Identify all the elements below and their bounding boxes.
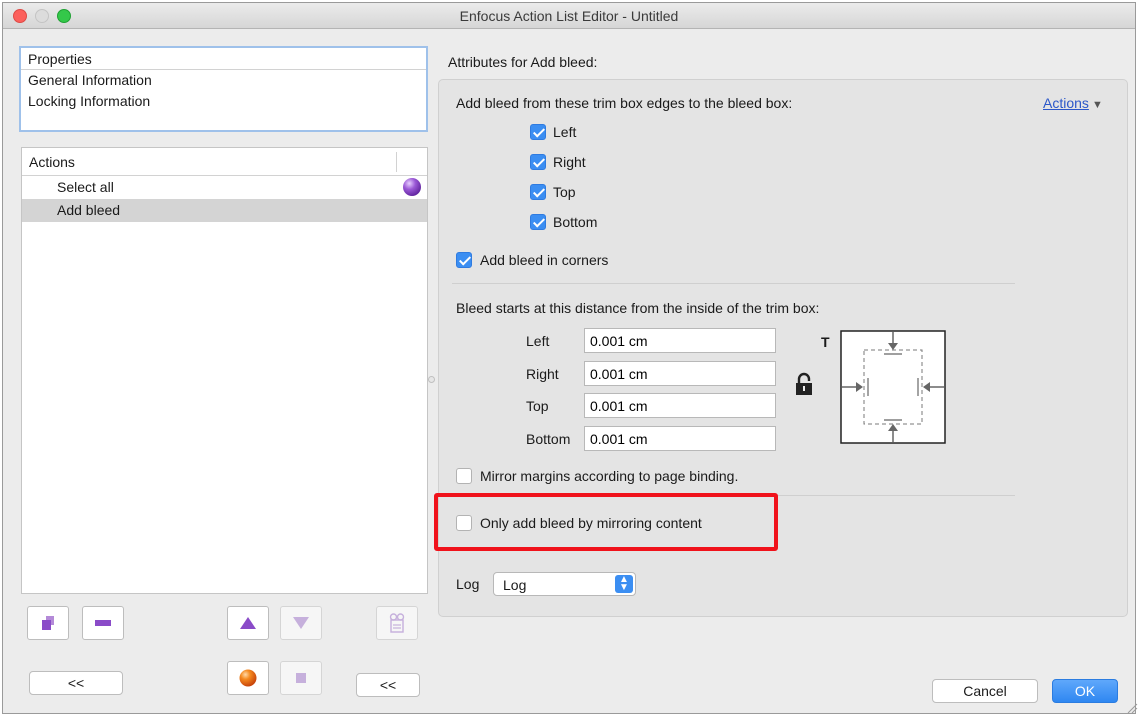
distance-left-input[interactable] [584,328,776,353]
purple-ball-icon [403,178,421,196]
highlight-box [434,493,778,551]
action-item-label: Add bleed [57,202,121,218]
edges-label: Add bleed from these trim box edges to t… [456,95,793,111]
distance-bottom-input[interactable] [584,426,776,451]
edge-top-checkbox[interactable] [530,184,546,200]
corners-checkbox[interactable] [456,252,472,268]
distance-left-label: Left [526,333,550,349]
trim-box-diagram [840,330,946,444]
run-button[interactable] [227,661,269,695]
log-select[interactable]: Log ▲ ▼ [493,572,636,596]
mirror-margins-checkbox[interactable] [456,468,472,484]
collapse-right-button[interactable]: << [356,673,420,697]
title-bar: Enfocus Action List Editor - Untitled [3,3,1135,29]
attributes-title: Attributes for Add bleed: [448,54,598,70]
collapse-left-button[interactable]: << [29,671,123,695]
window-title: Enfocus Action List Editor - Untitled [459,8,679,24]
properties-item-locking[interactable]: Locking Information [21,91,426,112]
triangle-down-icon [293,617,309,629]
minus-icon [95,620,111,626]
divider [452,283,1015,284]
remove-action-button[interactable] [82,606,124,640]
select-arrows-icon: ▲ ▼ [615,575,633,593]
distance-label: Bleed starts at this distance from the i… [456,300,820,316]
edge-right-checkbox[interactable] [530,154,546,170]
edge-top-label: Top [553,184,576,200]
distance-right-input[interactable] [584,361,776,386]
triangle-up-icon [240,617,256,629]
action-item-label: Select all [57,179,114,195]
properties-panel: Properties General Information Locking I… [19,46,428,132]
action-item-add-bleed[interactable]: Add bleed [22,199,427,222]
properties-header: Properties [21,48,426,70]
inspect-button[interactable] [376,606,418,640]
action-item-select-all[interactable]: Select all [22,176,427,199]
actions-menu-label: Actions [1043,95,1089,111]
corners-label: Add bleed in corners [480,252,609,268]
move-down-button[interactable] [280,606,322,640]
orange-ball-icon [239,669,257,687]
move-up-button[interactable] [227,606,269,640]
distance-top-label: Top [526,398,549,414]
distance-bottom-label: Bottom [526,431,571,447]
actions-panel: Actions Select all Add bleed [21,147,428,594]
stop-button[interactable] [280,661,322,695]
duplicate-action-button[interactable] [27,606,69,640]
glasses-document-icon [389,613,405,633]
edge-right-label: Right [553,154,586,170]
actions-menu[interactable]: Actions ▼ [1043,95,1103,111]
distance-top-input[interactable] [584,393,776,418]
duplicate-icon [42,616,54,630]
ok-button[interactable]: OK [1052,679,1118,703]
mirror-margins-label: Mirror margins according to page binding… [480,468,739,484]
diagram-top-label: T [821,334,830,350]
edge-left-label: Left [553,124,577,140]
log-label: Log [456,576,480,592]
log-select-value: Log [503,577,527,593]
properties-item-general[interactable]: General Information [21,70,426,91]
dropdown-triangle-icon: ▼ [1088,99,1103,111]
actions-header: Actions [22,148,427,176]
column-separator[interactable] [396,152,397,172]
stop-square-icon [296,673,306,683]
splitter-handle[interactable] [428,376,435,383]
edge-bottom-label: Bottom [553,214,598,230]
cancel-button[interactable]: Cancel [932,679,1038,703]
resize-grip-icon[interactable] [1126,702,1138,714]
padlock-icon [796,372,812,395]
edge-left-checkbox[interactable] [530,124,546,140]
edge-bottom-checkbox[interactable] [530,214,546,230]
lock-toggle[interactable] [795,372,813,399]
distance-right-label: Right [526,366,559,382]
actions-header-label: Actions [29,154,75,170]
